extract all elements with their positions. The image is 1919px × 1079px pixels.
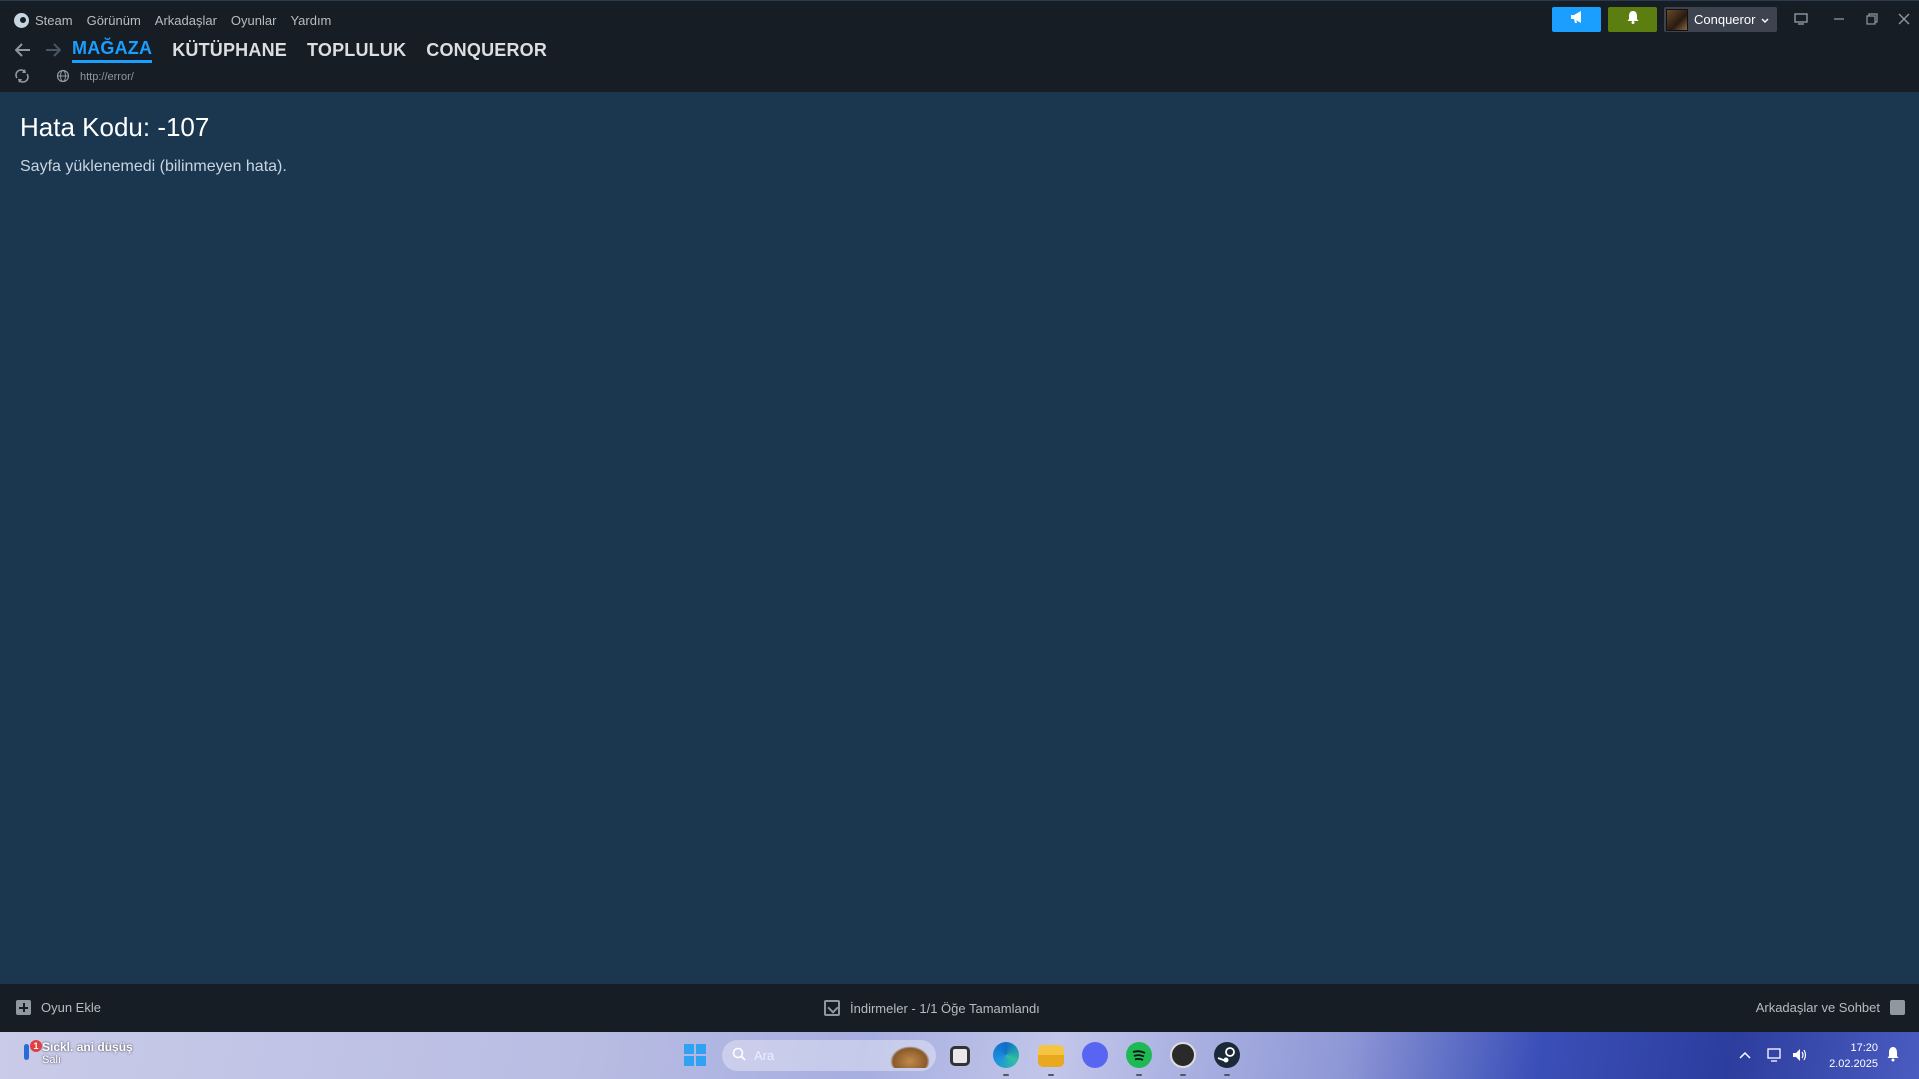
spotify-icon[interactable] <box>1126 1042 1152 1068</box>
obs-icon[interactable] <box>1170 1042 1196 1068</box>
clock-time: 17:20 <box>1850 1042 1878 1054</box>
menu-view[interactable]: Görünüm <box>87 13 141 28</box>
download-icon <box>824 1000 840 1016</box>
clock-date: 2.02.2025 <box>1829 1058 1878 1070</box>
downloads-button[interactable]: İndirmeler - 1/1 Öğe Tamamlandı <box>824 1000 1040 1016</box>
forward-arrow-icon[interactable] <box>42 39 64 61</box>
weather-badge: 1 <box>30 1040 42 1052</box>
downloads-label: İndirmeler - 1/1 Öğe Tamamlandı <box>850 1000 1040 1016</box>
steam-header: Steam Görünüm Arkadaşlar Oyunlar Yardım … <box>0 0 1919 92</box>
minimize-icon[interactable] <box>1828 9 1850 29</box>
steam-icon[interactable] <box>1214 1042 1240 1068</box>
globe-icon <box>56 69 70 86</box>
edge-icon[interactable] <box>993 1042 1019 1068</box>
tab-community[interactable]: TOPLULUK <box>307 40 406 61</box>
back-arrow-icon[interactable] <box>12 39 34 61</box>
url-bar: http://error/ <box>14 68 134 86</box>
menu-steam[interactable]: Steam <box>35 13 73 28</box>
main-nav: MAĞAZA KÜTÜPHANE TOPLULUK CONQUEROR <box>12 37 567 63</box>
error-title: Hata Kodu: -107 <box>20 112 210 142</box>
tab-store[interactable]: MAĞAZA <box>72 38 153 63</box>
widget-app-icon[interactable] <box>890 1046 930 1068</box>
notification-center-icon[interactable] <box>1886 1046 1900 1067</box>
taskbar-clock[interactable]: 17:20 2.02.2025 <box>1818 1040 1878 1072</box>
close-icon[interactable] <box>1893 9 1915 29</box>
tab-profile[interactable]: CONQUEROR <box>426 40 547 61</box>
search-placeholder: Ara <box>754 1048 775 1063</box>
menu-help[interactable]: Yardım <box>290 13 331 28</box>
network-icon[interactable] <box>1766 1046 1784 1064</box>
plus-icon <box>16 1000 31 1015</box>
discord-icon[interactable] <box>1082 1042 1108 1068</box>
browser-content: Hata Kodu: -107 Sayfa yüklenemedi (bilin… <box>0 92 1919 984</box>
url-text[interactable]: http://error/ <box>80 71 134 83</box>
windows-start-icon[interactable] <box>684 1044 706 1066</box>
account-name: Conqueror <box>1694 12 1756 27</box>
thermometer-icon: 1 <box>20 1040 42 1064</box>
menu-bar: Steam Görünüm Arkadaşlar Oyunlar Yardım <box>14 11 331 29</box>
chevron-down-icon <box>1761 12 1769 27</box>
big-picture-icon[interactable] <box>1790 9 1812 29</box>
task-view-icon[interactable] <box>950 1046 970 1066</box>
megaphone-icon <box>1569 10 1585 29</box>
notifications-button[interactable] <box>1608 7 1657 32</box>
error-message: Sayfa yüklenemedi (bilinmeyen hata). <box>20 158 287 175</box>
menu-games[interactable]: Oyunlar <box>231 13 277 28</box>
tab-library[interactable]: KÜTÜPHANE <box>172 40 287 61</box>
volume-icon[interactable] <box>1791 1046 1809 1064</box>
steam-logo-icon <box>14 12 29 28</box>
announcements-button[interactable] <box>1552 7 1601 32</box>
weather-title: Sıckl. ani düşüş <box>42 1040 133 1054</box>
weather-day: Salı <box>42 1054 61 1066</box>
avatar <box>1666 8 1688 31</box>
add-game-button[interactable]: Oyun Ekle <box>16 1000 101 1015</box>
add-game-label: Oyun Ekle <box>41 1000 101 1015</box>
account-menu-button[interactable]: Conqueror <box>1664 7 1777 32</box>
friends-chat-icon <box>1890 1000 1905 1015</box>
bell-icon <box>1626 10 1640 29</box>
restore-icon[interactable] <box>1861 9 1883 29</box>
steam-footer: Oyun Ekle İndirmeler - 1/1 Öğe Tamamland… <box>0 984 1919 1032</box>
friends-chat-label: Arkadaşlar ve Sohbet <box>1755 1000 1880 1015</box>
menu-friends[interactable]: Arkadaşlar <box>155 13 217 28</box>
search-icon <box>732 1047 746 1064</box>
friends-chat-button[interactable]: Arkadaşlar ve Sohbet <box>1756 1000 1905 1015</box>
reload-icon[interactable] <box>14 68 30 86</box>
windows-taskbar: 1 Sıckl. ani düşüş Salı Ara 17:20 2.02.2… <box>0 1032 1919 1079</box>
weather-widget[interactable]: 1 Sıckl. ani düşüş Salı <box>20 1040 133 1066</box>
file-explorer-icon[interactable] <box>1038 1045 1064 1067</box>
tray-chevron-up-icon[interactable] <box>1736 1046 1754 1064</box>
